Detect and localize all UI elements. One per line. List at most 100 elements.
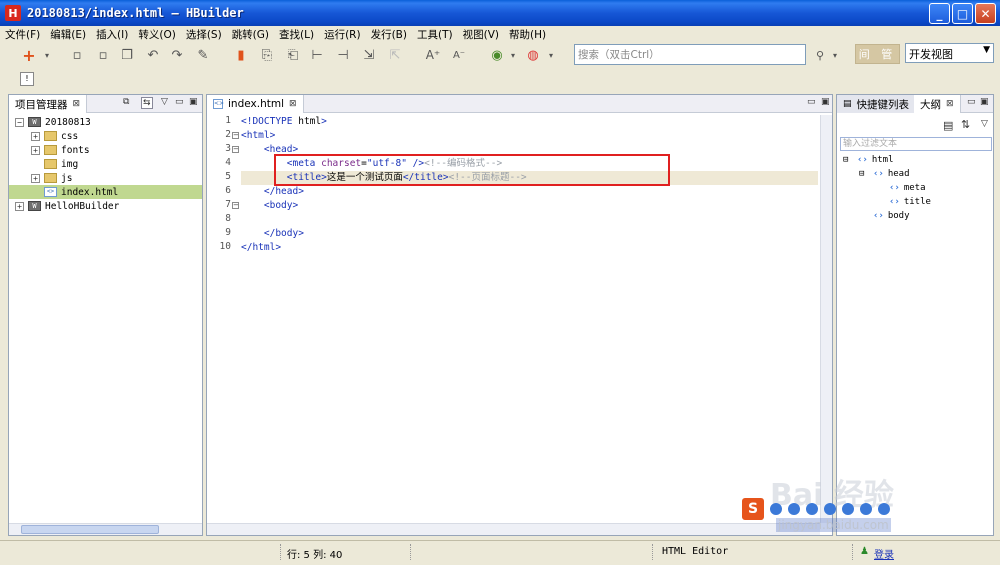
ime-tool-icon[interactable]: [788, 503, 800, 515]
menu-item[interactable]: 运行(R): [319, 27, 366, 42]
menu-item[interactable]: 视图(V): [458, 27, 504, 42]
view-menu-icon[interactable]: ▽: [981, 119, 988, 129]
menu-item[interactable]: 文件(F): [0, 27, 45, 42]
jump-icon[interactable]: ⇲: [360, 46, 378, 64]
collapse-icon[interactable]: ▤: [943, 119, 953, 132]
code-line[interactable]: </html>: [241, 241, 281, 255]
ime-tool-icon[interactable]: [770, 503, 782, 515]
menu-item[interactable]: 帮助(H): [504, 27, 551, 42]
collapse-icon[interactable]: ⊟: [843, 155, 853, 165]
horizontal-scrollbar[interactable]: [207, 523, 820, 535]
ime-tool-icon[interactable]: [878, 503, 890, 515]
note-icon[interactable]: !: [20, 72, 34, 86]
tree-item[interactable]: + W HelloHBuilder: [9, 199, 202, 213]
code-line[interactable]: <html>: [241, 129, 275, 143]
menu-item[interactable]: 发行(B): [366, 27, 412, 42]
close-icon[interactable]: ⊠: [946, 99, 954, 109]
outline-node[interactable]: ‹› body: [859, 209, 910, 223]
redo-icon[interactable]: ↷: [168, 46, 186, 64]
minimize-panel-icon[interactable]: ▭: [807, 97, 816, 107]
tab-outline[interactable]: 大纲 ⊠: [914, 95, 961, 113]
tree-item[interactable]: − W 20180813: [9, 115, 202, 129]
save-icon[interactable]: ▫: [68, 46, 86, 64]
ime-tool-icon[interactable]: [842, 503, 854, 515]
expand-icon[interactable]: +: [31, 173, 40, 183]
code-line[interactable]: </head>: [241, 185, 304, 199]
menu-item[interactable]: 转义(O): [133, 27, 180, 42]
tab-project-manager[interactable]: 项目管理器 ⊠: [9, 95, 88, 113]
save-all-icon[interactable]: ▫: [94, 46, 112, 64]
tree-item[interactable]: + fonts: [9, 143, 202, 157]
browser-dropdown-icon[interactable]: ▾: [542, 46, 560, 64]
bookmark-icon[interactable]: ▮: [232, 46, 250, 64]
tab-index-html[interactable]: <> index.html ⊠: [207, 95, 304, 113]
collapse-icon[interactable]: ⊟: [859, 169, 869, 179]
minimize-button[interactable]: _: [929, 3, 950, 24]
outline-node[interactable]: ⊟ ‹› head: [859, 167, 910, 181]
menu-item[interactable]: 工具(T): [412, 27, 458, 42]
new-icon[interactable]: +: [20, 46, 38, 65]
vertical-scrollbar[interactable]: [820, 115, 832, 523]
tree-item[interactable]: <> index.html: [9, 185, 202, 199]
code-line[interactable]: <!DOCTYPE html>: [241, 115, 327, 129]
sogou-ime-icon[interactable]: S: [742, 498, 764, 520]
menu-item[interactable]: 编辑(E): [45, 27, 91, 42]
microphone-icon[interactable]: [806, 503, 818, 515]
new-dropdown-icon[interactable]: ▾: [38, 46, 56, 64]
menu-item[interactable]: 插入(I): [91, 27, 133, 42]
maximize-panel-icon[interactable]: ▣: [189, 97, 198, 107]
search-input[interactable]: 搜索（双击Ctrl）: [574, 44, 806, 65]
fold-icon[interactable]: −: [232, 146, 239, 153]
expand-icon[interactable]: +: [31, 131, 40, 141]
tab-shortcuts[interactable]: ▤ 快捷键列表: [837, 95, 917, 113]
collapse-all-icon[interactable]: ⧉: [123, 97, 129, 107]
fold-icon[interactable]: −: [232, 132, 239, 139]
tree-item[interactable]: img: [9, 157, 202, 171]
ime-tool-icon[interactable]: [860, 503, 872, 515]
tree-item[interactable]: + css: [9, 129, 202, 143]
undo-icon[interactable]: ↶: [144, 46, 162, 64]
goto-start-icon[interactable]: ⊢: [308, 46, 326, 64]
copy-icon[interactable]: ❐: [118, 46, 136, 64]
expand-icon[interactable]: +: [31, 145, 40, 155]
close-icon[interactable]: ⊠: [289, 99, 297, 109]
link-editor-icon[interactable]: ⇆: [141, 97, 153, 109]
maximize-button[interactable]: □: [952, 3, 973, 24]
outline-node[interactable]: ‹› title: [875, 195, 931, 209]
outline-node[interactable]: ‹› meta: [875, 181, 926, 195]
goto-end-icon[interactable]: ⊣: [334, 46, 352, 64]
format-icon[interactable]: ✎: [194, 46, 212, 64]
collapse-icon[interactable]: −: [15, 117, 24, 127]
expand-icon[interactable]: +: [15, 201, 24, 211]
keyboard-icon[interactable]: [824, 503, 836, 515]
horizontal-scrollbar[interactable]: [9, 523, 202, 535]
outline-filter-input[interactable]: 输入过滤文本: [840, 137, 992, 151]
code-line[interactable]: <body>: [241, 199, 298, 213]
fold-icon[interactable]: −: [232, 202, 239, 209]
new-file-icon[interactable]: ⎘: [258, 46, 276, 64]
menu-item[interactable]: 跳转(G): [227, 27, 274, 42]
code-line[interactable]: </body>: [241, 227, 304, 241]
search-dropdown-icon[interactable]: ▾: [826, 46, 844, 64]
scroll-thumb[interactable]: [21, 525, 159, 534]
close-icon[interactable]: ⊠: [73, 99, 81, 109]
chrome-icon[interactable]: ◍: [524, 46, 542, 64]
menu-item[interactable]: 选择(S): [181, 27, 227, 42]
open-icon[interactable]: ⎗: [284, 46, 302, 64]
jianguan-button[interactable]: 间 管: [855, 44, 900, 64]
run-dropdown-icon[interactable]: ▾: [504, 46, 522, 64]
sort-icon[interactable]: ⇅: [961, 118, 970, 131]
minimize-panel-icon[interactable]: ▭: [175, 97, 184, 107]
view-menu-icon[interactable]: ▽: [161, 97, 168, 107]
maximize-panel-icon[interactable]: ▣: [980, 97, 989, 107]
view-select[interactable]: 开发视图 ▼: [905, 43, 994, 63]
login-link[interactable]: 登录: [874, 546, 894, 561]
maximize-panel-icon[interactable]: ▣: [821, 97, 830, 107]
menu-item[interactable]: 查找(L): [274, 27, 319, 42]
tree-item[interactable]: + js: [9, 171, 202, 185]
minimize-panel-icon[interactable]: ▭: [967, 97, 976, 107]
close-button[interactable]: ✕: [975, 3, 996, 24]
font-increase-icon[interactable]: A⁺: [424, 46, 442, 64]
font-decrease-icon[interactable]: A⁻: [450, 46, 468, 64]
outline-node[interactable]: ⊟ ‹› html: [843, 153, 894, 167]
